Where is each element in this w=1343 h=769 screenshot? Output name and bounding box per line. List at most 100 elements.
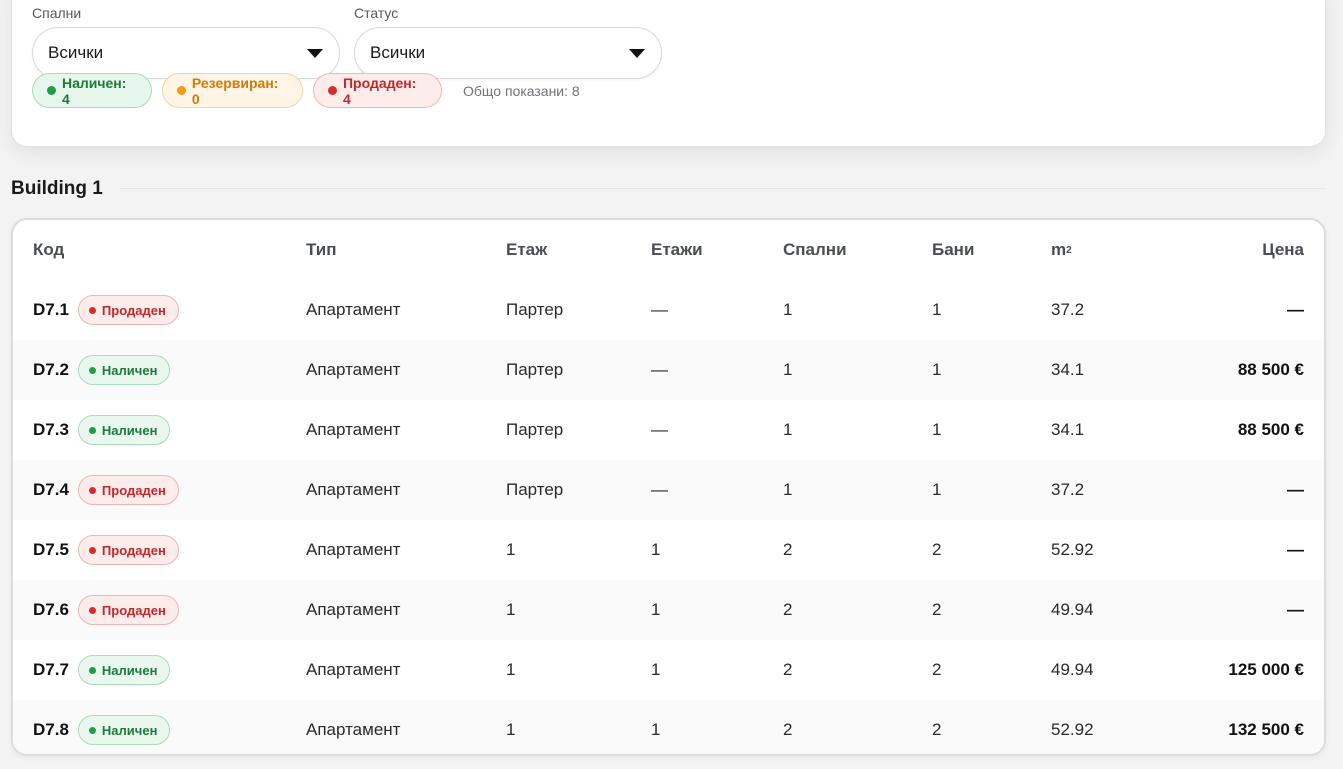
- bedrooms-cell: 2: [783, 540, 793, 559]
- status-select-value: Всички: [370, 43, 426, 62]
- bedrooms-cell: 1: [783, 300, 793, 319]
- table-row[interactable]: D7.6 Продаден Апартамент 1 1 2 2 49.94 —: [13, 580, 1324, 640]
- status-badge-label: Продаден: [101, 482, 166, 498]
- type-cell: Апартамент: [306, 300, 401, 319]
- code-cell: D7.8 Наличен: [33, 700, 171, 754]
- bedrooms-cell: 1: [783, 480, 793, 499]
- type-cell: Апартамент: [306, 720, 401, 739]
- units-table: Код Тип Етаж Етажи Спални Бани m2 Цена D…: [11, 218, 1326, 756]
- reserved-count-chip[interactable]: Резервиран: 0: [162, 73, 303, 108]
- area-cell: 37.2: [1051, 480, 1085, 499]
- status-dot-icon: [88, 606, 96, 614]
- type-cell: Апартамент: [306, 540, 401, 559]
- bathrooms-cell: 1: [932, 300, 942, 319]
- header-bedrooms[interactable]: Спални: [783, 220, 847, 280]
- status-dot-icon: [88, 666, 96, 674]
- status-badge-label: Продаден: [101, 602, 166, 618]
- price-cell: —: [1287, 480, 1304, 499]
- header-code[interactable]: Код: [33, 220, 64, 280]
- table-header-row: Код Тип Етаж Етажи Спални Бани m2 Цена: [13, 220, 1324, 280]
- sold-count-chip[interactable]: Продаден: 4: [313, 73, 442, 108]
- price-cell: 88 500 €: [1237, 420, 1304, 439]
- floors-cell: 1: [651, 660, 661, 679]
- code-cell: D7.1 Продаден: [33, 280, 179, 340]
- area-cell: 37.2: [1051, 300, 1085, 319]
- code-cell: D7.6 Продаден: [33, 580, 179, 640]
- status-select[interactable]: Всички: [354, 27, 662, 79]
- bedrooms-cell: 2: [783, 600, 793, 619]
- table-row[interactable]: D7.7 Наличен Апартамент 1 1 2 2 49.94 125 000 €: [13, 640, 1324, 700]
- floor-cell: Партер: [506, 420, 564, 439]
- reserved-count-label: Резервиран: 0: [191, 74, 279, 107]
- table-row[interactable]: D7.2 Наличен Апартамент Партер — 1 1 34.1 88 500…: [13, 340, 1324, 400]
- header-floor[interactable]: Етаж: [506, 220, 547, 280]
- status-dot-icon: [88, 546, 96, 554]
- total-shown: Общо показани: 8: [463, 83, 580, 99]
- unit-code[interactable]: D7.5: [33, 540, 69, 560]
- code-cell: D7.7 Наличен: [33, 640, 171, 700]
- header-price[interactable]: Цена: [1262, 220, 1304, 280]
- status-badge: Наличен: [77, 715, 171, 745]
- bedrooms-select[interactable]: Всички: [32, 27, 340, 79]
- status-badge: Наличен: [77, 655, 171, 685]
- status-badge: Продаден: [77, 595, 179, 625]
- bathrooms-cell: 1: [932, 480, 942, 499]
- status-filter-label: Статус: [354, 5, 399, 21]
- price-cell: 88 500 €: [1237, 360, 1304, 379]
- unit-code[interactable]: D7.6: [33, 600, 69, 620]
- unit-code[interactable]: D7.7: [33, 660, 69, 680]
- floor-cell: Партер: [506, 360, 564, 379]
- floors-cell: 1: [651, 720, 661, 739]
- status-dot-icon: [88, 486, 96, 494]
- status-badge-label: Наличен: [101, 722, 158, 738]
- bathrooms-cell: 1: [932, 420, 942, 439]
- status-badge-label: Продаден: [101, 542, 166, 558]
- status-badge-label: Наличен: [101, 362, 158, 378]
- status-badge: Наличен: [77, 415, 171, 445]
- table-row[interactable]: D7.8 Наличен Апартамент 1 1 2 2 52.92 132 500 €: [13, 700, 1324, 754]
- bedrooms-select-value: Всички: [48, 43, 104, 62]
- status-badge: Продаден: [77, 295, 179, 325]
- price-cell: 125 000 €: [1228, 660, 1304, 679]
- table-row[interactable]: D7.1 Продаден Апартамент Партер — 1 1 37.2 —: [13, 280, 1324, 340]
- table-row[interactable]: D7.4 Продаден Апартамент Партер — 1 1 37.2 —: [13, 460, 1324, 520]
- code-cell: D7.5 Продаден: [33, 520, 179, 580]
- header-bathrooms[interactable]: Бани: [932, 220, 974, 280]
- status-badge-label: Наличен: [101, 422, 158, 438]
- header-area[interactable]: m2: [1051, 220, 1072, 280]
- bedrooms-filter-label: Спални: [32, 5, 82, 21]
- status-badge: Продаден: [77, 535, 179, 565]
- floor-cell: 1: [506, 660, 516, 679]
- bathrooms-cell: 2: [932, 540, 942, 559]
- floor-cell: Партер: [506, 300, 564, 319]
- sold-dot-icon: [328, 86, 337, 95]
- type-cell: Апартамент: [306, 360, 401, 379]
- floors-cell: —: [651, 480, 668, 499]
- unit-code[interactable]: D7.8: [33, 720, 69, 740]
- available-count-label: Наличен: 4: [61, 74, 127, 107]
- table-row[interactable]: D7.3 Наличен Апартамент Партер — 1 1 34.1 88 500…: [13, 400, 1324, 460]
- status-badge-label: Наличен: [101, 662, 158, 678]
- unit-code[interactable]: D7.4: [33, 480, 69, 500]
- bathrooms-cell: 2: [932, 600, 942, 619]
- bedrooms-cell: 1: [783, 420, 793, 439]
- type-cell: Апартамент: [306, 480, 401, 499]
- floor-cell: Партер: [506, 480, 564, 499]
- type-cell: Апартамент: [306, 660, 401, 679]
- status-dot-icon: [88, 366, 96, 374]
- header-type[interactable]: Тип: [306, 220, 336, 280]
- header-floors[interactable]: Етажи: [651, 220, 703, 280]
- table-row[interactable]: D7.5 Продаден Апартамент 1 1 2 2 52.92 —: [13, 520, 1324, 580]
- section-divider: [120, 188, 1326, 189]
- unit-code[interactable]: D7.3: [33, 420, 69, 440]
- unit-code[interactable]: D7.2: [33, 360, 69, 380]
- status-dot-icon: [88, 426, 96, 434]
- unit-code[interactable]: D7.1: [33, 300, 69, 320]
- bedrooms-cell: 2: [783, 720, 793, 739]
- area-cell: 52.92: [1051, 540, 1094, 559]
- reserved-dot-icon: [177, 86, 186, 95]
- area-cell: 49.94: [1051, 660, 1094, 679]
- available-count-chip[interactable]: Наличен: 4: [32, 73, 152, 108]
- bathrooms-cell: 1: [932, 360, 942, 379]
- price-cell: —: [1287, 300, 1304, 319]
